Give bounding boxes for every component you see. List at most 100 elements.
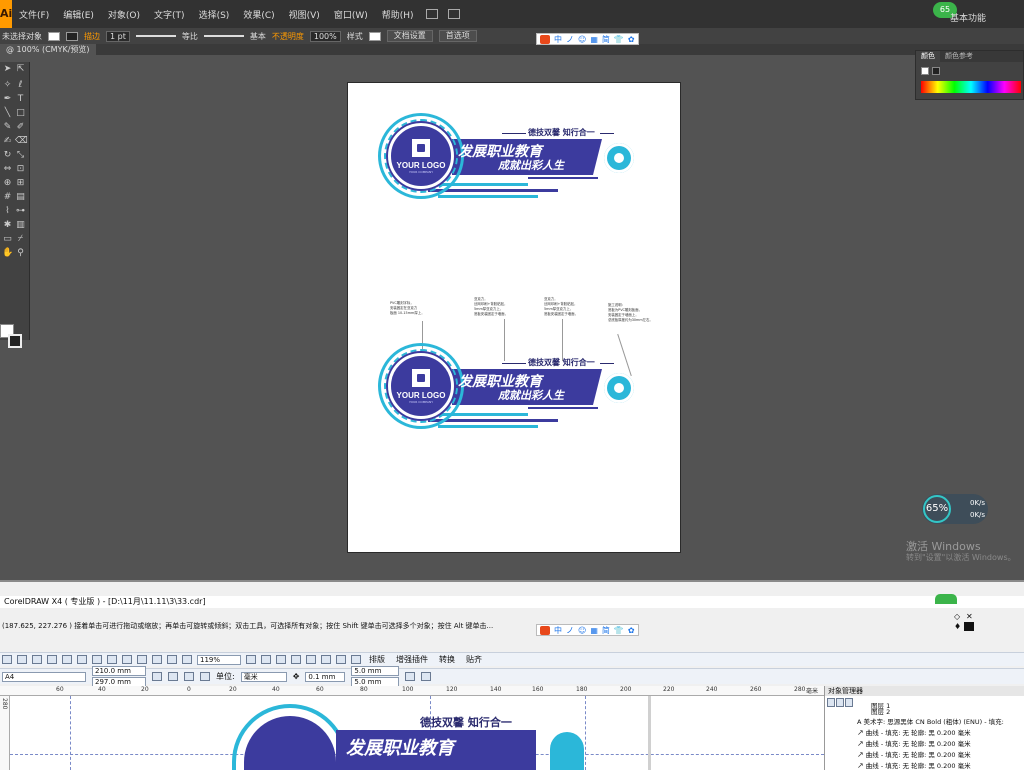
rectangle-tool-icon[interactable]: □ xyxy=(15,108,26,119)
menu-help[interactable]: 帮助(H) xyxy=(375,8,421,21)
preferences-button[interactable]: 首选项 xyxy=(438,30,477,42)
open-icon[interactable] xyxy=(17,655,27,664)
undo-icon[interactable] xyxy=(107,655,117,664)
all-pages-icon[interactable] xyxy=(184,672,194,681)
artboard-tool-icon[interactable]: ▭ xyxy=(2,234,13,245)
portrait-icon[interactable] xyxy=(152,672,162,681)
signboard-design[interactable]: YOUR LOGO YOUR COMPANY 德技双馨 知行合一 发展职业教育 … xyxy=(378,111,638,211)
gradient-tool-icon[interactable]: ▤ xyxy=(15,192,26,203)
type-tool-icon[interactable]: T xyxy=(15,94,26,105)
vertical-ruler[interactable]: 280 xyxy=(0,696,10,770)
zoom-page-icon[interactable] xyxy=(306,655,316,664)
lasso-tool-icon[interactable]: ℓ xyxy=(15,80,26,91)
panel-fill-swatch[interactable] xyxy=(921,67,929,75)
shape-builder-tool-icon[interactable]: ⊕ xyxy=(2,178,13,189)
brush-line[interactable] xyxy=(203,35,244,37)
drawing-canvas[interactable]: 德技双馨 知行合一 发展职业教育 xyxy=(10,696,824,770)
selection-tool-icon[interactable]: ➤ xyxy=(2,64,13,75)
menu-object[interactable]: 对象(O) xyxy=(101,8,147,21)
menu-type[interactable]: 文字(T) xyxy=(147,8,192,21)
layer-view-icon[interactable] xyxy=(845,698,853,707)
tab-color-guide[interactable]: 颜色参考 xyxy=(940,51,978,62)
stroke-swatch[interactable] xyxy=(66,31,78,41)
line-tool-icon[interactable]: ╲ xyxy=(2,108,13,119)
landscape-icon[interactable] xyxy=(168,672,178,681)
redo-icon[interactable] xyxy=(122,655,132,664)
blob-brush-tool-icon[interactable]: ✍ xyxy=(2,136,13,147)
layer-2-label[interactable]: 图层 2 xyxy=(871,706,890,716)
zoom-selected-icon[interactable] xyxy=(276,655,286,664)
ime-skin-icon[interactable]: 👕 xyxy=(614,35,624,44)
application-launcher-icon[interactable] xyxy=(167,655,177,664)
ime-settings-icon[interactable]: ✿ xyxy=(628,35,635,44)
opacity-label[interactable]: 不透明度 xyxy=(272,31,304,42)
paintbrush-tool-icon[interactable]: ✎ xyxy=(2,122,13,133)
paste-icon[interactable] xyxy=(92,655,102,664)
slice-tool-icon[interactable]: ⌿ xyxy=(15,234,26,245)
menu-typeset[interactable]: 排版 xyxy=(366,654,388,665)
copy-icon[interactable] xyxy=(77,655,87,664)
object-row-text[interactable]: A 美术字: 思源黑体 CN Bold (粗体) (ENU) - 填充: xyxy=(857,716,1004,726)
bridge-icon[interactable] xyxy=(425,9,438,19)
menu-select[interactable]: 选择(S) xyxy=(192,8,237,21)
ime-punctuation-icon[interactable]: ノ xyxy=(566,34,574,45)
opacity-input[interactable]: 100% xyxy=(309,30,341,42)
eyedropper-tool-icon[interactable]: ⌇ xyxy=(2,206,13,217)
zoom-out-icon[interactable] xyxy=(261,655,271,664)
pencil-tool-icon[interactable]: ✐ xyxy=(15,122,26,133)
ime-toolbar[interactable]: 中 ノ ☺ ▦ 简 👕 ✿ xyxy=(536,624,639,636)
ime-skin-icon[interactable]: 👕 xyxy=(614,626,624,635)
avatar[interactable] xyxy=(935,594,957,604)
menu-edit[interactable]: 编辑(E) xyxy=(56,8,101,21)
brush-label[interactable]: 基本 xyxy=(250,31,266,42)
zoom-level-select[interactable]: 119% xyxy=(197,654,241,665)
ime-emoji-icon[interactable]: ☺ xyxy=(578,626,586,635)
eraser-tool-icon[interactable]: ⌫ xyxy=(15,136,28,147)
edit-across-layers-icon[interactable] xyxy=(836,698,844,707)
page-width-input[interactable]: 210.0 mm xyxy=(92,666,146,676)
menu-enhance-plugin[interactable]: 增强插件 xyxy=(393,654,431,665)
page-size-select[interactable]: A4 xyxy=(2,671,86,682)
direct-selection-tool-icon[interactable]: ⇱ xyxy=(15,64,26,75)
zoom-width-icon[interactable] xyxy=(321,655,331,664)
panel-stroke-swatch[interactable] xyxy=(932,67,940,75)
scale-tool-icon[interactable]: ⤡ xyxy=(15,150,26,161)
stroke-weight-input[interactable]: 1 pt xyxy=(106,30,130,42)
object-row-curve[interactable]: ↗ 曲线 - 填充: 无 轮廓: 黑 0.200 毫米 xyxy=(857,760,971,770)
zoom-in-icon[interactable] xyxy=(246,655,256,664)
zoom-height-icon[interactable] xyxy=(336,655,346,664)
perspective-grid-tool-icon[interactable]: ⊞ xyxy=(15,178,26,189)
save-icon[interactable] xyxy=(32,655,42,664)
duplicate-x-input[interactable]: 5.0 mm xyxy=(351,666,400,676)
welcome-screen-icon[interactable] xyxy=(182,655,192,664)
object-row-curve[interactable]: ↗ 曲线 - 填充: 无 轮廓: 黑 0.200 毫米 xyxy=(857,749,971,759)
cut-icon[interactable] xyxy=(62,655,72,664)
rotate-tool-icon[interactable]: ↻ xyxy=(2,150,13,161)
ime-chinese-mode[interactable]: 中 xyxy=(554,34,562,45)
pen-tool-icon[interactable]: ✒ xyxy=(2,94,13,105)
hand-tool-icon[interactable]: ✋ xyxy=(2,248,13,259)
stroke-color-box[interactable] xyxy=(8,334,22,348)
ime-simplified-toggle[interactable]: 简 xyxy=(602,625,610,636)
draw-preview-icon[interactable] xyxy=(421,672,432,681)
nudge-distance-input[interactable]: 0.1 mm xyxy=(305,671,346,682)
menu-file[interactable]: 文件(F) xyxy=(12,8,56,21)
workspace-switcher[interactable]: 基本功能 xyxy=(950,11,986,24)
column-graph-tool-icon[interactable]: ▥ xyxy=(15,220,26,231)
export-icon[interactable] xyxy=(152,655,162,664)
object-row-curve[interactable]: ↗ 曲线 - 填充: 无 轮廓: 黑 0.200 毫米 xyxy=(857,727,971,737)
document-setup-button[interactable]: 文档设置 xyxy=(386,30,433,42)
fill-swatch[interactable] xyxy=(48,31,60,41)
color-spectrum[interactable] xyxy=(921,81,1021,93)
stroke-label[interactable]: 描边 xyxy=(84,31,100,42)
ime-settings-icon[interactable]: ✿ xyxy=(628,626,635,635)
ime-emoji-icon[interactable]: ☺ xyxy=(578,35,586,44)
show-properties-icon[interactable] xyxy=(827,698,835,707)
zoom-all-icon[interactable] xyxy=(291,655,301,664)
mesh-tool-icon[interactable]: # xyxy=(2,192,13,203)
units-select[interactable]: 毫米 xyxy=(240,671,287,682)
ime-toolbar[interactable]: 中 ノ ☺ ▦ 简 👕 ✿ xyxy=(536,33,639,45)
horizontal-ruler[interactable]: 60 40 20 0 20 40 60 80 100 120 140 160 1… xyxy=(0,686,824,696)
width-tool-icon[interactable]: ⇔ xyxy=(2,164,13,175)
document-tab[interactable]: @ 100% (CMYK/预览) xyxy=(0,44,96,55)
